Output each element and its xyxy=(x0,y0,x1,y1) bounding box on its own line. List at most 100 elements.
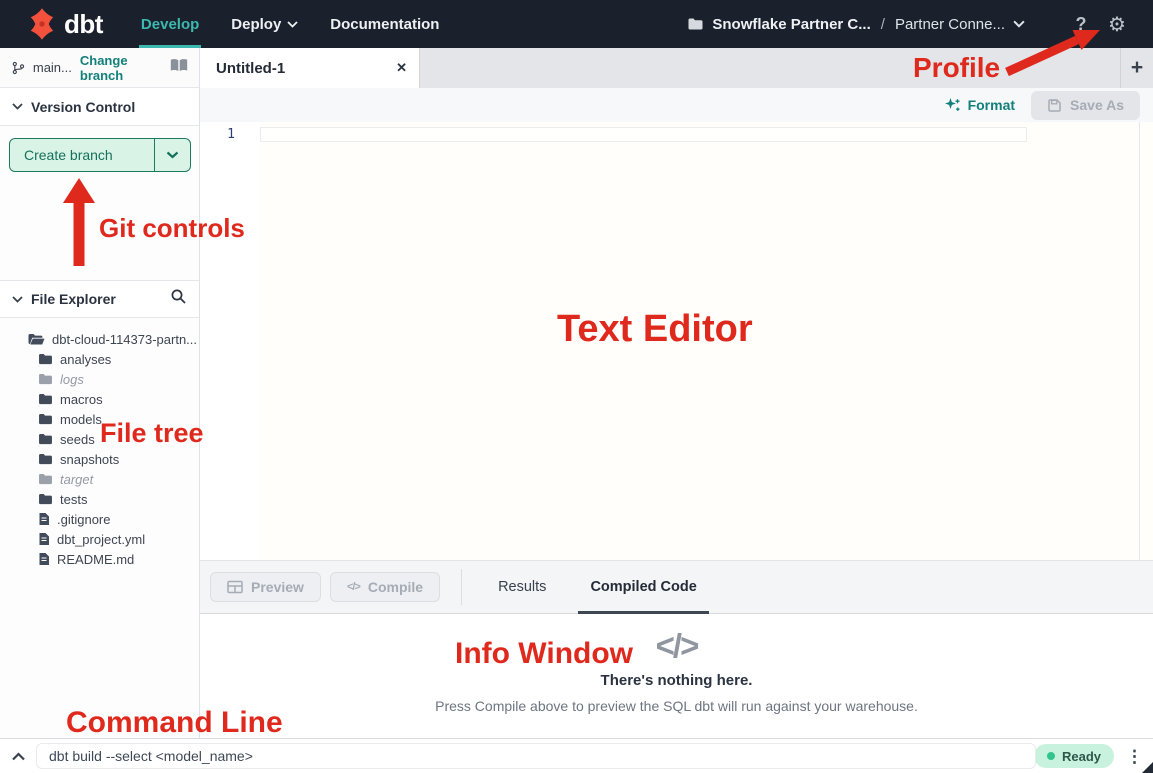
compile-label: Compile xyxy=(368,579,423,595)
compile-button[interactable]: </> Compile xyxy=(330,572,440,602)
file-icon xyxy=(38,512,50,526)
create-branch-caret[interactable] xyxy=(154,139,190,171)
logo-wordmark: dbt xyxy=(64,9,103,40)
code-icon: </> xyxy=(656,628,698,664)
nav-documentation[interactable]: Documentation xyxy=(314,0,455,48)
line-number: 1 xyxy=(200,127,260,142)
line-number-gutter: 1 xyxy=(200,122,260,560)
tree-item-label: seeds xyxy=(60,432,95,447)
docs-book-button[interactable] xyxy=(169,58,189,78)
annotation-profile: Profile xyxy=(913,52,1000,84)
change-branch-link[interactable]: Change branch xyxy=(80,53,161,83)
folder-icon xyxy=(38,353,53,365)
folder-icon xyxy=(38,453,53,465)
nav-develop[interactable]: Develop xyxy=(125,0,215,48)
save-as-label: Save As xyxy=(1070,97,1124,113)
results-tab-label: Results xyxy=(498,579,546,595)
breadcrumb-separator: / xyxy=(879,16,887,33)
kebab-menu-icon[interactable]: ⋮ xyxy=(1126,748,1143,765)
preview-button[interactable]: Preview xyxy=(210,572,321,602)
tree-item-macros[interactable]: macros xyxy=(0,389,199,409)
settings-button[interactable]: ⚙ xyxy=(1103,10,1131,38)
file-tree: dbt-cloud-114373-partn... analyses logs … xyxy=(0,318,199,738)
file-icon xyxy=(38,552,50,566)
tree-item-logs[interactable]: logs xyxy=(0,369,199,389)
table-icon xyxy=(227,580,243,594)
nav-deploy[interactable]: Deploy xyxy=(215,0,314,48)
status-label: Ready xyxy=(1062,749,1101,764)
connection-name: Partner Conne... xyxy=(895,16,1005,33)
tree-item-tests[interactable]: tests xyxy=(0,489,199,509)
status-badge: Ready xyxy=(1034,744,1114,768)
chevron-down-icon xyxy=(12,296,23,303)
empty-state-title: There's nothing here. xyxy=(601,672,753,689)
current-line-highlight[interactable] xyxy=(260,127,1027,142)
tree-item-dbt-project-yml[interactable]: dbt_project.yml xyxy=(0,529,199,549)
editor-scrollbar-track[interactable] xyxy=(1139,122,1140,560)
create-branch-label[interactable]: Create branch xyxy=(10,139,154,171)
version-control-header[interactable]: Version Control xyxy=(0,88,199,126)
tree-item-analyses[interactable]: analyses xyxy=(0,349,199,369)
gear-icon: ⚙ xyxy=(1108,12,1126,37)
divider xyxy=(461,569,462,605)
folder-icon xyxy=(687,17,704,31)
tree-item-root[interactable]: dbt-cloud-114373-partn... xyxy=(0,329,199,349)
tree-item-label: models xyxy=(60,412,102,427)
command-input[interactable]: dbt build --select <model_name> xyxy=(36,743,1036,769)
version-control-body: Create branch xyxy=(0,126,199,280)
tab-title: Untitled-1 xyxy=(216,60,285,77)
project-selector[interactable]: Snowflake Partner C... / Partner Conne..… xyxy=(687,16,1025,33)
nav-develop-label: Develop xyxy=(141,16,199,33)
dbt-logo[interactable]: dbt xyxy=(0,0,125,48)
format-button[interactable]: Format xyxy=(944,97,1015,114)
command-line-bar: dbt build --select <model_name> Ready ⋮ xyxy=(0,738,1153,773)
branch-row: main... Change branch xyxy=(0,48,199,88)
chevron-down-icon xyxy=(287,21,298,28)
folder-icon xyxy=(38,393,53,405)
help-button[interactable]: ? xyxy=(1067,10,1095,38)
tree-item-label: .gitignore xyxy=(57,512,110,527)
tree-item-target[interactable]: target xyxy=(0,469,199,489)
tree-item-label: tests xyxy=(60,492,87,507)
annotation-file-tree: File tree xyxy=(100,418,204,449)
tree-item-label: analyses xyxy=(60,352,111,367)
chevron-down-icon xyxy=(166,151,179,159)
status-dot-icon xyxy=(1047,752,1055,760)
chevron-down-icon xyxy=(12,103,23,110)
compiled-code-tab-label: Compiled Code xyxy=(590,579,696,595)
tree-item-label: macros xyxy=(60,392,103,407)
preview-label: Preview xyxy=(251,579,304,595)
project-name: Snowflake Partner C... xyxy=(712,16,870,33)
tree-item-snapshots[interactable]: snapshots xyxy=(0,449,199,469)
dbt-ide-screen: dbt Develop Deploy Documentation Snowfla… xyxy=(0,0,1153,773)
search-icon xyxy=(170,288,187,305)
info-panel-header: Preview </> Compile Results Compiled Cod… xyxy=(200,561,1153,614)
chevron-up-icon xyxy=(11,752,26,761)
main-column: Untitled-1 ✕ + Format xyxy=(200,48,1153,738)
file-explorer-title: File Explorer xyxy=(31,291,116,307)
format-label: Format xyxy=(968,97,1015,113)
resize-grip-icon[interactable] xyxy=(1142,762,1153,773)
tab-results[interactable]: Results xyxy=(476,561,568,614)
tree-item-gitignore[interactable]: .gitignore xyxy=(0,509,199,529)
tab-compiled-code[interactable]: Compiled Code xyxy=(568,561,718,614)
sparkle-icon xyxy=(944,97,961,114)
file-explorer-header[interactable]: File Explorer xyxy=(0,280,199,318)
tree-item-label: README.md xyxy=(57,552,134,567)
file-search-button[interactable] xyxy=(170,288,187,310)
tree-item-label: logs xyxy=(60,372,84,387)
code-icon: </> xyxy=(347,581,360,593)
sidebar: main... Change branch Version Control Cr… xyxy=(0,48,200,738)
expand-command-bar-button[interactable] xyxy=(0,752,36,761)
close-tab-icon[interactable]: ✕ xyxy=(396,60,407,76)
annotation-text-editor: Text Editor xyxy=(557,308,753,351)
nav-deploy-label: Deploy xyxy=(231,16,281,33)
info-panel: Preview </> Compile Results Compiled Cod… xyxy=(200,560,1153,738)
create-branch-button[interactable]: Create branch xyxy=(9,138,191,172)
save-as-button[interactable]: Save As xyxy=(1031,91,1140,120)
git-branch-icon xyxy=(12,60,25,76)
chevron-down-icon xyxy=(1013,20,1025,28)
tree-item-readme[interactable]: README.md xyxy=(0,549,199,569)
new-tab-button[interactable]: + xyxy=(1120,48,1153,88)
tab-untitled-1[interactable]: Untitled-1 ✕ xyxy=(200,48,420,88)
